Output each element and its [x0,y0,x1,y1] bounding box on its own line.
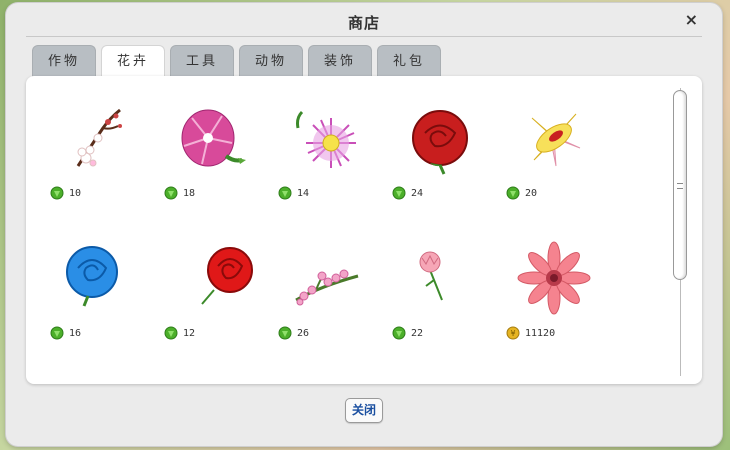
shop-item-plum-blossom[interactable]: 10 [48,88,148,208]
gerbera-icon [517,241,591,315]
price-tag: 26 [278,326,309,340]
shop-item-blue-rose[interactable]: 16 [48,228,148,348]
green-gem-icon [278,326,292,340]
price-value: 16 [69,327,82,339]
tab-flowers[interactable]: 花卉 [101,45,165,78]
scroll-thumb[interactable] [673,90,687,280]
price-tag: 20 [506,186,537,200]
morning-glory-icon [181,109,246,167]
price-tag: 18 [164,186,195,200]
green-gem-icon [50,186,64,200]
green-gem-icon [392,326,406,340]
green-gem-icon [50,326,64,340]
shop-item-carnation[interactable]: 22 [390,228,490,348]
gold-coin-icon: ¥ [506,326,520,340]
yellow-lily-icon [531,113,581,167]
tab-crops[interactable]: 作物 [32,45,96,77]
shop-item-yellow-lily[interactable]: 20 [504,88,604,208]
tab-tools[interactable]: 工具 [170,45,234,77]
price-value: 11120 [525,327,556,339]
price-value: 10 [69,187,82,199]
price-tag: 14 [278,186,309,200]
plum-blossom-icon [76,108,122,167]
price-value: 18 [183,187,196,199]
red-rose-small-icon [201,247,253,305]
category-tabs: 作物 花卉 工具 动物 装饰 礼包 [32,45,441,78]
shop-item-peach-blossom-branch[interactable]: 26 [276,228,376,348]
close-icon[interactable]: × [685,11,698,29]
price-value: 12 [183,327,196,339]
item-grid-panel: 10 18 14 24 20 16 12 26 22 ¥ 11120 [26,76,702,384]
price-tag: ¥ 11120 [506,326,555,340]
green-gem-icon [164,326,178,340]
shop-item-red-rose-small[interactable]: 12 [162,228,262,348]
price-value: 24 [411,187,424,199]
vertical-scrollbar[interactable] [672,88,688,376]
price-value: 22 [411,327,424,339]
shop-dialog: 商店 × 作物 花卉 工具 动物 装饰 礼包 10 18 14 24 20 16… [6,3,722,446]
price-tag: 16 [50,326,81,340]
dialog-title: 商店 [347,14,380,32]
green-gem-icon [278,186,292,200]
close-button[interactable]: 关闭 [345,398,383,423]
price-tag: 12 [164,326,195,340]
price-tag: 24 [392,186,423,200]
scroll-grip-icon [677,183,683,189]
carnation-icon [419,251,443,301]
green-gem-icon [506,186,520,200]
price-value: 14 [297,187,310,199]
price-value: 26 [297,327,310,339]
shop-item-morning-glory[interactable]: 18 [162,88,262,208]
pink-aster-icon [296,110,356,168]
blue-rose-icon [66,246,118,307]
price-tag: 10 [50,186,81,200]
green-gem-icon [164,186,178,200]
price-value: 20 [525,187,538,199]
title-divider [26,36,702,37]
shop-item-pink-aster[interactable]: 14 [276,88,376,208]
tab-animals[interactable]: 动物 [239,45,303,77]
tab-gift-packs[interactable]: 礼包 [377,45,441,77]
svg-text:¥: ¥ [510,329,515,338]
green-gem-icon [392,186,406,200]
red-rose-icon [412,110,468,175]
shop-item-red-rose[interactable]: 24 [390,88,490,208]
peach-blossom-branch-icon [295,269,359,306]
tab-decorations[interactable]: 装饰 [308,45,372,77]
price-tag: 22 [392,326,423,340]
shop-item-gerbera[interactable]: ¥ 11120 [504,228,604,348]
